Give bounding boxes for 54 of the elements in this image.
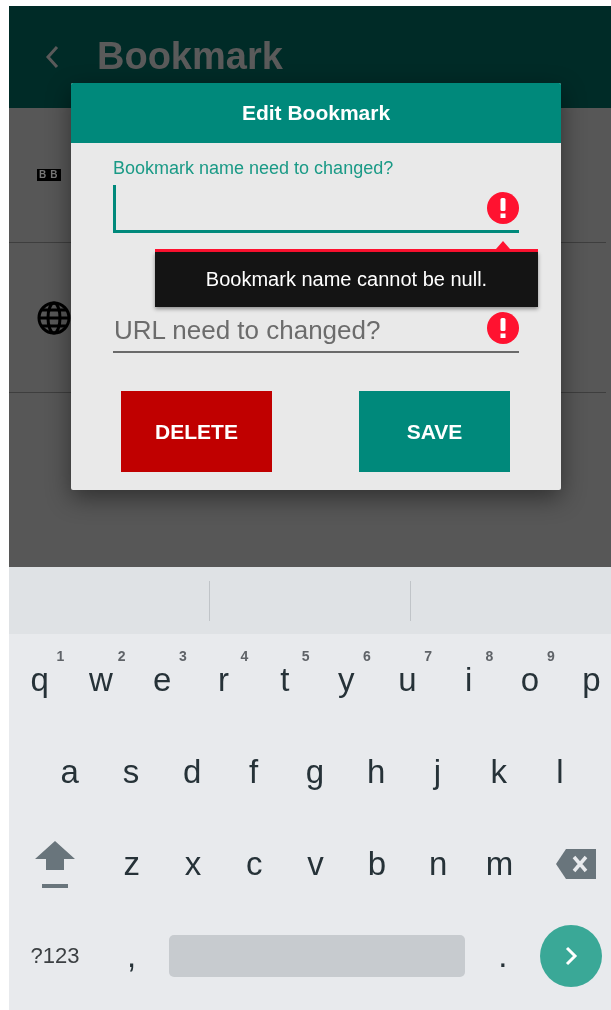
key-hint: 3	[179, 648, 187, 664]
key-hint: 7	[424, 648, 433, 664]
keyboard-key[interactable]: e 3	[131, 634, 193, 726]
keyboard-key[interactable]: q 1	[9, 634, 71, 726]
dialog-title: Edit Bookmark	[241, 101, 391, 125]
delete-button[interactable]: DELETE	[121, 391, 272, 472]
keyboard-key[interactable]: t 5	[254, 634, 316, 726]
field-label: Bookmark name need to changed?	[113, 158, 395, 180]
site-logo: BB	[37, 169, 62, 181]
keyboard-key[interactable]: .	[472, 910, 534, 1002]
keyboard-key[interactable]: i 8	[438, 634, 500, 726]
keyboard-key[interactable]: c	[223, 818, 285, 910]
error-icon	[487, 312, 519, 344]
key-hint: 9	[546, 648, 555, 664]
keyboard-key[interactable]: p	[560, 634, 611, 726]
keyboard-key[interactable]: y 6	[315, 634, 377, 726]
key-hint: 6	[363, 648, 371, 664]
keyboard-key[interactable]: s	[100, 726, 162, 818]
keyboard-key[interactable]: h	[345, 726, 407, 818]
symbols-key[interactable]: ?123	[9, 910, 101, 1002]
key-hint: 4	[240, 648, 249, 664]
keyboard-key[interactable]: m	[468, 818, 531, 910]
keyboard-key[interactable]: ,	[101, 910, 163, 1002]
back-icon[interactable]	[45, 45, 59, 69]
error-icon	[487, 191, 519, 224]
keyboard-key[interactable]: j	[406, 726, 469, 818]
page-title: Bookmark	[97, 34, 283, 78]
keyboard-key[interactable]: a	[39, 726, 101, 818]
keyboard-key[interactable]: b	[346, 818, 408, 910]
keyboard-key[interactable]: n	[407, 818, 469, 910]
keyboard-key[interactable]: l	[529, 726, 591, 818]
keyboard-key[interactable]: d	[161, 726, 223, 818]
save-button[interactable]: SAVE	[359, 391, 510, 472]
keyboard-key[interactable]: k	[468, 726, 530, 818]
name-field[interactable]	[113, 185, 487, 233]
keyboard-key[interactable]: z	[101, 818, 163, 910]
keyboard-key[interactable]: v	[284, 818, 347, 910]
keyboard-key[interactable]: u 7	[376, 634, 439, 726]
chevron-right-icon	[563, 945, 578, 967]
keyboard-key[interactable]: f	[222, 726, 285, 818]
keyboard-key[interactable]: o 9	[499, 634, 561, 726]
key-hint: 2	[117, 648, 126, 664]
error-tooltip: Bookmark name cannot be null.	[155, 241, 538, 307]
key-hint: 5	[301, 648, 310, 664]
key-hint: 8	[485, 648, 494, 664]
globe-icon	[37, 300, 71, 335]
key-hint: 1	[56, 648, 65, 664]
backspace-icon	[556, 849, 597, 879]
keyboard-key[interactable]: x	[162, 818, 224, 910]
shift-icon	[35, 839, 75, 889]
url-field[interactable]: URL need to changed?	[113, 305, 487, 353]
keyboard-key[interactable]: g	[284, 726, 346, 818]
keyboard-key[interactable]: r 4	[192, 634, 255, 726]
keyboard-key[interactable]: w 2	[70, 634, 132, 726]
